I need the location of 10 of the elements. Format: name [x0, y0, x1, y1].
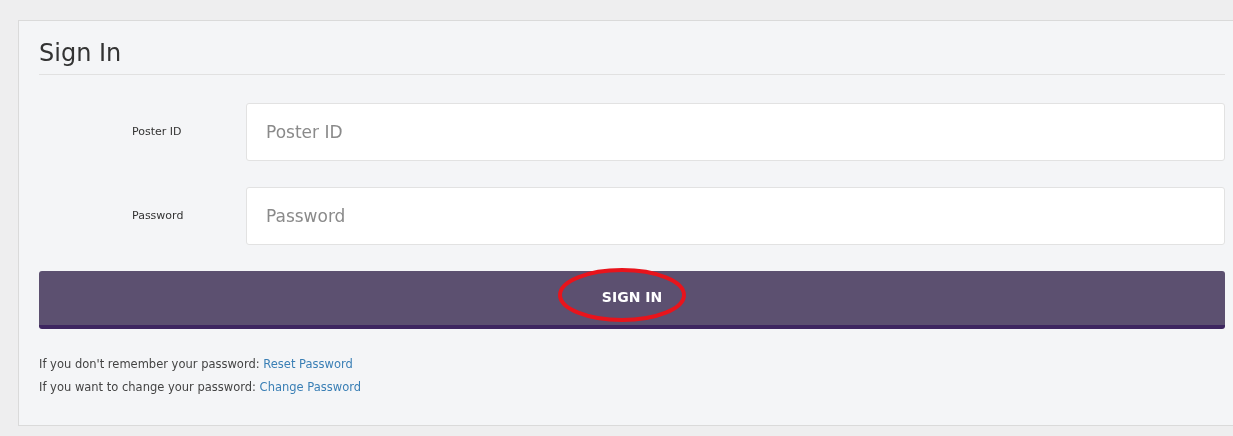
- help-text: If you want to change your password: Change Password: [39, 378, 362, 396]
- help-link[interactable]: Change Password: [259, 379, 361, 394]
- field-label: Password: [131, 207, 185, 224]
- help-link[interactable]: Reset Password: [263, 356, 353, 371]
- input-field[interactable]: Poster ID: [246, 102, 1225, 161]
- panel-title: Sign In: [39, 39, 1225, 75]
- sign-in-button[interactable]: SIGN IN: [39, 270, 1225, 329]
- input-field[interactable]: Password: [246, 186, 1225, 245]
- help-text: If you don't remember your password: Reset Password: [39, 355, 354, 373]
- field-label: Poster ID: [131, 123, 183, 140]
